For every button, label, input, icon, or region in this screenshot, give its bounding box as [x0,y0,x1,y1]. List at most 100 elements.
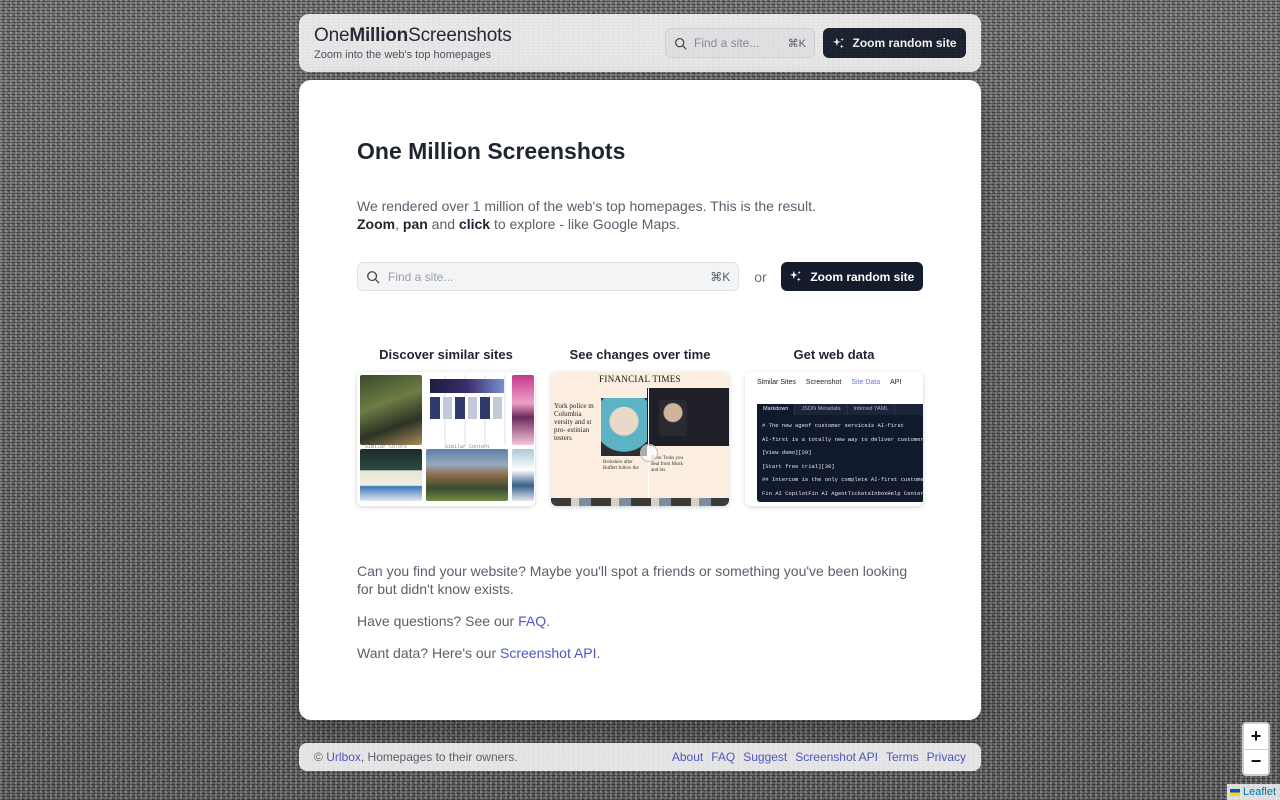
welcome-modal: One Million Screenshots We rendered over… [299,80,981,720]
code-line: AI-first is a totally new way to deliver… [762,435,923,443]
newspaper-screenshot: FINANCIAL TIMES York police m Columbia v… [551,372,729,506]
code-tabs: Markdown JSON Metadata Inferred YAML [757,404,923,415]
headline: York police m Columbia versity and st pr… [554,402,594,442]
intro-zoom: Zoom [357,216,396,232]
ukraine-flag-icon [1229,788,1240,796]
code-line: [Start free trial][30] [762,462,835,470]
image-strip [551,498,729,506]
brand-one: One [314,25,350,46]
footer-links: About FAQ Suggest Screenshot API Terms P… [672,750,966,764]
screenshot-api-link[interactable]: Screenshot API [500,645,597,661]
header-zoom-random-label: Zoom random site [852,36,957,50]
search-row: ⌘K or Zoom random site [357,262,923,291]
tab-similar-sites: Similar Sites [757,379,796,386]
sparkle-icon [833,37,845,48]
intro-and: and [427,216,459,232]
similar-sites-thumbnail: Similar Colors Similar Content [357,372,535,506]
feature-title: Get web data [793,347,875,362]
outro-questions: Have questions? See our FAQ. [357,612,923,630]
intro-line-1: We rendered over 1 million of the web's … [357,198,816,214]
zoom-out-button[interactable]: − [1244,750,1268,775]
brand: OneMillionScreenshots Zoom into the web'… [314,25,512,61]
masthead: FINANCIAL TIMES [599,374,681,384]
search-icon [367,270,380,283]
intro-line-2: Zoom, pan and click to explore - like Go… [357,215,923,233]
header-search-placeholder: Find a site... [694,36,760,50]
site-search-input[interactable] [388,269,703,284]
intro-pan: pan [402,216,428,232]
footer-bar: © Urlbox, Homepages to their owners. Abo… [299,743,981,771]
portrait-image [647,388,729,446]
feature-similar-sites: Discover similar sites Similar Colors Si… [357,347,535,506]
brand-screenshots: Screenshots [408,25,512,46]
outro-data-text: Want data? Here's our [357,645,501,661]
footer-link-privacy[interactable]: Privacy [927,750,966,764]
intro-comma: , [395,216,403,232]
header-zoom-random-button[interactable]: Zoom random site [823,28,966,58]
copyright-symbol: © [314,750,327,764]
web-data-thumbnail: Similar Sites Screenshot Site Data API M… [745,372,923,506]
intro-click: click [458,216,491,232]
copyright-rest: , Homepages to their owners. [360,750,518,764]
zoom-random-button[interactable]: Zoom random site [780,262,923,291]
portrait-image [601,398,647,456]
similar-sites-grid [360,375,534,503]
zoom-in-button[interactable]: + [1244,724,1268,750]
shortcut-hint: ⌘K [710,269,731,284]
code-tab-markdown: Markdown [757,404,796,415]
site-tile [426,375,508,445]
footer-link-suggest[interactable]: Suggest [743,750,787,764]
code-tab-json: JSON Metadata [795,404,848,415]
compare-slider-handle [640,444,658,462]
top-header: OneMillionScreenshots Zoom into the web'… [299,14,981,72]
brand-subtitle: Zoom into the web's top homepages [314,49,491,61]
urlbox-link[interactable]: Urlbox [326,750,361,764]
zoom-random-label: Zoom random site [810,269,915,284]
similar-content-caption: Similar Content [445,444,491,450]
footer-link-faq[interactable]: FAQ [711,750,735,764]
preview-tabs: Similar Sites Screenshot Site Data API [757,379,901,386]
sparkle-icon [790,270,802,282]
footer-link-about[interactable]: About [672,750,703,764]
code-panel: Markdown JSON Metadata Inferred YAML # T… [757,404,923,502]
similar-colors-caption: Similar Colors [365,444,408,450]
brand-title[interactable]: OneMillionScreenshots [314,25,512,47]
article-snippet: Zohn Troks you deal from Musk and his [651,456,683,473]
site-tile [360,449,422,501]
copyright: © Urlbox, Homepages to their owners. [314,750,518,764]
search-icon [674,37,687,49]
site-tile [426,449,508,501]
map-attribution: Leaflet [1226,784,1280,800]
site-tile [512,375,534,445]
intro-text: We rendered over 1 million of the web's … [357,197,923,233]
site-search-field[interactable]: ⌘K [357,262,740,291]
code-lines: # The new ageof customer serviceis AI-fi… [757,415,923,504]
footer-link-terms[interactable]: Terms [886,750,919,764]
modal-outro: Can you find your website? Maybe you'll … [357,562,923,662]
web-data-preview: Similar Sites Screenshot Site Data API M… [745,372,923,506]
feature-title: See changes over time [569,347,711,362]
site-tile [360,375,422,445]
changes-over-time-thumbnail: FINANCIAL TIMES York police m Columbia v… [551,372,729,506]
period: . [596,645,601,661]
or-label: or [754,268,767,285]
code-line: Fin AI CopilotFin AI AgentTicketsInboxHe… [762,489,923,497]
feature-changes-over-time: See changes over time FINANCIAL TIMES Yo… [551,347,729,506]
header-search-input[interactable]: Find a site... ⌘K [665,28,815,58]
period: . [546,613,551,629]
outro-data: Want data? Here's our Screenshot API. [357,644,923,662]
shortcut-hint: ⌘K [787,37,806,50]
feature-web-data: Get web data Similar Sites Screenshot Si… [745,347,923,506]
tab-site-data: Site Data [851,379,881,386]
tab-api: API [890,379,902,386]
footer-link-screenshot-api[interactable]: Screenshot API [795,750,878,764]
leaflet-link[interactable]: Leaflet [1243,786,1276,798]
code-tab-yaml: Inferred YAML [848,404,896,415]
modal-title: One Million Screenshots [357,138,626,164]
map-zoom-controls: + − [1242,722,1270,776]
code-line: # The new ageof customer serviceis AI-fi… [762,422,904,429]
feature-title: Discover similar sites [379,347,513,362]
faq-link[interactable]: FAQ [518,613,546,629]
brand-million: Million [349,25,409,46]
outro-find-website: Can you find your website? Maybe you'll … [357,563,908,597]
